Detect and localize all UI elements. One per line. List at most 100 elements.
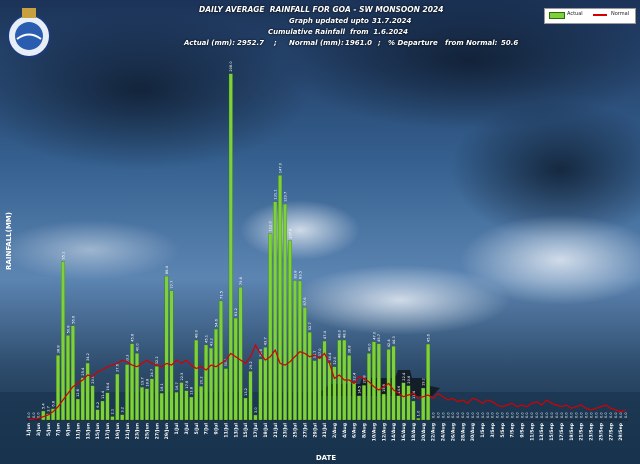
x-tick-label: 19/Jul [263,423,269,438]
bar-value-label: 0.0 [431,412,435,418]
bar-value-label: 0.0 [540,412,544,418]
actual-bar [184,390,189,421]
bar-value-label: 0.0 [476,412,480,418]
actual-bar [135,353,139,421]
actual-bar [362,385,366,421]
bar-value-label: 50.8 [66,325,70,334]
actual-bar [288,240,292,421]
x-tick-label: 8/Aug [362,423,368,438]
x-tick-label: 7/Jul [204,423,210,435]
actual-bar [421,387,426,421]
actual-bar [149,378,154,421]
actual-bar [396,395,401,421]
bar-value-label: 13.2 [244,388,248,396]
updated-date: 31.7.2024 [372,17,412,25]
bar-value-label: 3.0 [254,407,258,413]
bar-value-label: 0.0 [614,412,618,418]
x-tick-label: 19/Sep [569,422,575,440]
rainfall-chart: RAINFALL(MM)DATE0.0 0.0 0.05.4 3.76.838.895… [0,0,640,464]
actual-bar [273,201,278,421]
bar-value-label: 6.2 [96,402,100,408]
bar-value-label: 0.0 [584,412,588,418]
bar-value-label: 0.0 [575,412,579,418]
bar-value-label: 43.7 [264,337,268,345]
bar-value-label: 0.0 [510,412,514,418]
bar-value-label: 45.1 [205,335,209,343]
bar-value-label: 32.2 [155,356,159,364]
actual-value: 2952.7 [237,39,265,47]
bar-value-label: 48.0 [343,329,347,338]
legend-actual-swatch [549,12,565,19]
bar-value-label: 42.4 [387,339,391,348]
actual-bar [347,355,352,421]
bar-value-label: 17.6 [185,380,189,389]
bar-value-label: 83.5 [298,271,302,279]
actual-bar [228,73,233,421]
bar-value-label: 0.0 [481,412,485,418]
actual-bar [367,353,371,421]
actual-bar [204,344,209,421]
x-tick-label: 14/Aug [391,423,397,441]
bar-value-label: 147.0 [279,162,283,173]
x-tick-label: 24/Aug [441,423,447,441]
bar-value-label: 0.0 [594,412,598,418]
bar-value-label: 5.4 [42,403,46,409]
x-tick-label: 2/Aug [332,423,338,438]
actual-bar [209,347,213,421]
x-tick-label: 10/Aug [371,423,377,441]
actual-bar [327,362,332,421]
bar-value-label: 0.0 [520,412,524,418]
bar-value-label: 2.1 [111,409,115,415]
x-tick-label: 27/Sep [608,422,614,440]
bar-value-label: 0.0 [515,412,519,418]
actual-bar [56,355,61,421]
cumulative-label: Cumulative Rainfall from 1.6.2024 [268,28,408,36]
actual-bar [70,325,75,421]
x-tick-label: 5/Sep [500,422,506,437]
bar-value-label: 29.2 [249,361,253,369]
bar-value-label: 54.6 [214,318,218,327]
x-tick-label: 29/Jun [164,423,170,439]
x-tick-label: 20/Aug [421,423,427,441]
x-tick-label: 3/Sep [490,422,496,437]
x-tick-label: 3/Jul [184,423,190,435]
bar-value-label: 0.0 [446,412,450,418]
bar-value-label: 52.7 [308,322,312,330]
actual-bar [243,397,248,421]
actual-bar [169,290,174,421]
x-tick-label: 25/Jun [144,423,150,439]
bar-value-label: 35.7 [313,351,317,359]
bar-value-label: 40.0 [135,343,139,352]
x-tick-label: 31/Jul [322,423,328,438]
bar-value-label: 20.6 [407,375,411,384]
actual-bar [144,388,149,421]
actual-bar [411,400,416,421]
x-tick-label: 17/Jun [105,423,111,439]
actual-bar [105,392,110,421]
bar-value-label: 22.4 [353,372,357,381]
bar-value-label: 48.0 [195,329,199,338]
bar-value-label: 11.4 [101,390,105,399]
x-tick-label: 9/Jul [214,423,220,435]
actual-bar [426,343,431,421]
actual-bar [154,366,159,421]
actual-bar [283,203,287,421]
bar-value-label: 56.6 [71,315,75,324]
actual-bar [85,362,90,421]
x-tick-label: 30/Aug [470,423,476,441]
actual-bar [125,364,130,421]
bar-value-label: 0.0 [589,412,593,418]
actual-bar [302,307,307,421]
x-tick-label: 23/Sep [589,422,595,440]
bar-value-label: 0.0 [555,412,559,418]
bar-value-label: 16.1 [160,383,164,391]
actual-bar [61,261,65,421]
actual-bar [371,341,376,421]
bar-value-label: 32.0 [333,356,337,365]
sep-2: ; [378,39,381,47]
actual-bar [233,317,238,421]
actual-bar [238,286,243,421]
actual-bar [100,400,105,421]
x-tick-label: 21/Jul [273,423,279,438]
bar-value-label: 34.4 [328,352,332,361]
